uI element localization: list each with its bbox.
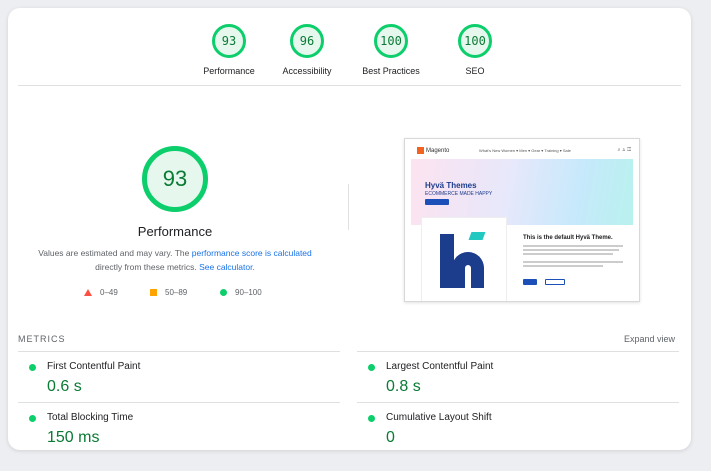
legend-average: 50–89: [150, 288, 187, 297]
description-text: Values are estimated and may vary. The: [38, 248, 192, 258]
hero-title: Hyvä Themes: [425, 181, 477, 190]
magento-logo-icon: [417, 147, 424, 154]
gauge-score: 96: [290, 24, 324, 58]
metric-name: First Contentful Paint: [47, 361, 141, 372]
metric-divider: [18, 351, 340, 352]
gauge-accessibility[interactable]: 96 Accessibility: [262, 24, 352, 76]
pass-circle-icon: [368, 364, 375, 371]
gauge-score: 100: [374, 24, 408, 58]
score-gauges: 93 Performance 96 Accessibility 100 Best…: [8, 24, 691, 84]
metric-name: Cumulative Layout Shift: [386, 412, 492, 423]
final-screenshot-thumbnail[interactable]: Magento What's New Women ▾ Men ▾ Gear ▾ …: [404, 138, 640, 302]
legend-fail: 0–49: [84, 288, 118, 297]
see-calculator-link[interactable]: See calculator.: [199, 262, 255, 272]
thumb-button-secondary: [545, 279, 565, 285]
gauge-best-practices[interactable]: 100 Best Practices: [346, 24, 436, 76]
divider: [18, 85, 681, 86]
metric-name: Largest Contentful Paint: [386, 361, 494, 372]
legend-label: 0–49: [100, 288, 118, 297]
pass-circle-icon: [29, 415, 36, 422]
thumb-nav-links: What's New Women ▾ Men ▾ Gear ▾ Training…: [479, 148, 571, 153]
circle-icon: [220, 289, 227, 296]
logo-text: Magento: [426, 147, 450, 154]
magento-logo: Magento: [417, 147, 449, 154]
legend-label: 90–100: [235, 288, 262, 297]
text-line: [523, 261, 623, 263]
default-theme-title: This is the default Hyvä Theme.: [523, 235, 613, 241]
gauge-seo[interactable]: 100 SEO: [430, 24, 520, 76]
metric-name: Total Blocking Time: [47, 412, 134, 423]
thumb-nav: Magento What's New Women ▾ Men ▾ Gear ▾ …: [417, 147, 631, 157]
text-line: [523, 249, 619, 251]
hero-button: [425, 199, 449, 205]
legend-pass: 90–100: [220, 288, 262, 297]
metrics-heading: METRICS: [18, 334, 66, 344]
text-line: [523, 265, 603, 267]
performance-description: Values are estimated and may vary. The p…: [36, 246, 314, 274]
gauge-label: SEO: [465, 66, 485, 76]
lighthouse-report-card: 93 Performance 96 Accessibility 100 Best…: [8, 8, 691, 450]
pass-circle-icon: [368, 415, 375, 422]
gauge-performance[interactable]: 93 Performance: [184, 24, 274, 76]
metric-value: 150 ms: [47, 429, 100, 446]
text-line: [523, 253, 613, 255]
text-line: [523, 245, 623, 247]
performance-title: Performance: [137, 224, 213, 239]
description-text: directly from these metrics.: [95, 262, 200, 272]
metric-divider: [357, 351, 679, 352]
thumb-button-primary: [523, 279, 537, 285]
score-calculated-link[interactable]: performance score is calculated: [192, 248, 312, 258]
cart-icon: ⌕ ♙ ◫: [617, 147, 631, 153]
metric-value: 0.6 s: [47, 378, 82, 395]
metric-divider: [357, 402, 679, 403]
metric-value: 0: [386, 429, 395, 446]
gauge-score: 93: [212, 24, 246, 58]
metric-value: 0.8 s: [386, 378, 421, 395]
thumb-hero-banner: Hyvä Themes ECOMMERCE MADE HAPPY: [411, 159, 633, 225]
performance-score-gauge: 93: [142, 146, 208, 212]
square-icon: [150, 289, 157, 296]
hero-subtitle: ECOMMERCE MADE HAPPY: [425, 191, 493, 197]
gauge-label: Performance: [203, 66, 255, 76]
metric-divider: [18, 402, 340, 403]
gauge-label: Accessibility: [282, 66, 332, 76]
logo-accent: [468, 232, 486, 240]
legend-label: 50–89: [165, 288, 188, 297]
hyva-logo: [421, 217, 507, 301]
score-legend: 0–49 50–89 90–100: [84, 288, 284, 300]
vertical-divider: [348, 184, 349, 230]
pass-circle-icon: [29, 364, 36, 371]
triangle-icon: [84, 289, 92, 296]
expand-view-toggle[interactable]: Expand view: [624, 334, 675, 344]
gauge-score: 100: [458, 24, 492, 58]
gauge-label: Best Practices: [362, 66, 420, 76]
logo-arch: [452, 252, 484, 288]
